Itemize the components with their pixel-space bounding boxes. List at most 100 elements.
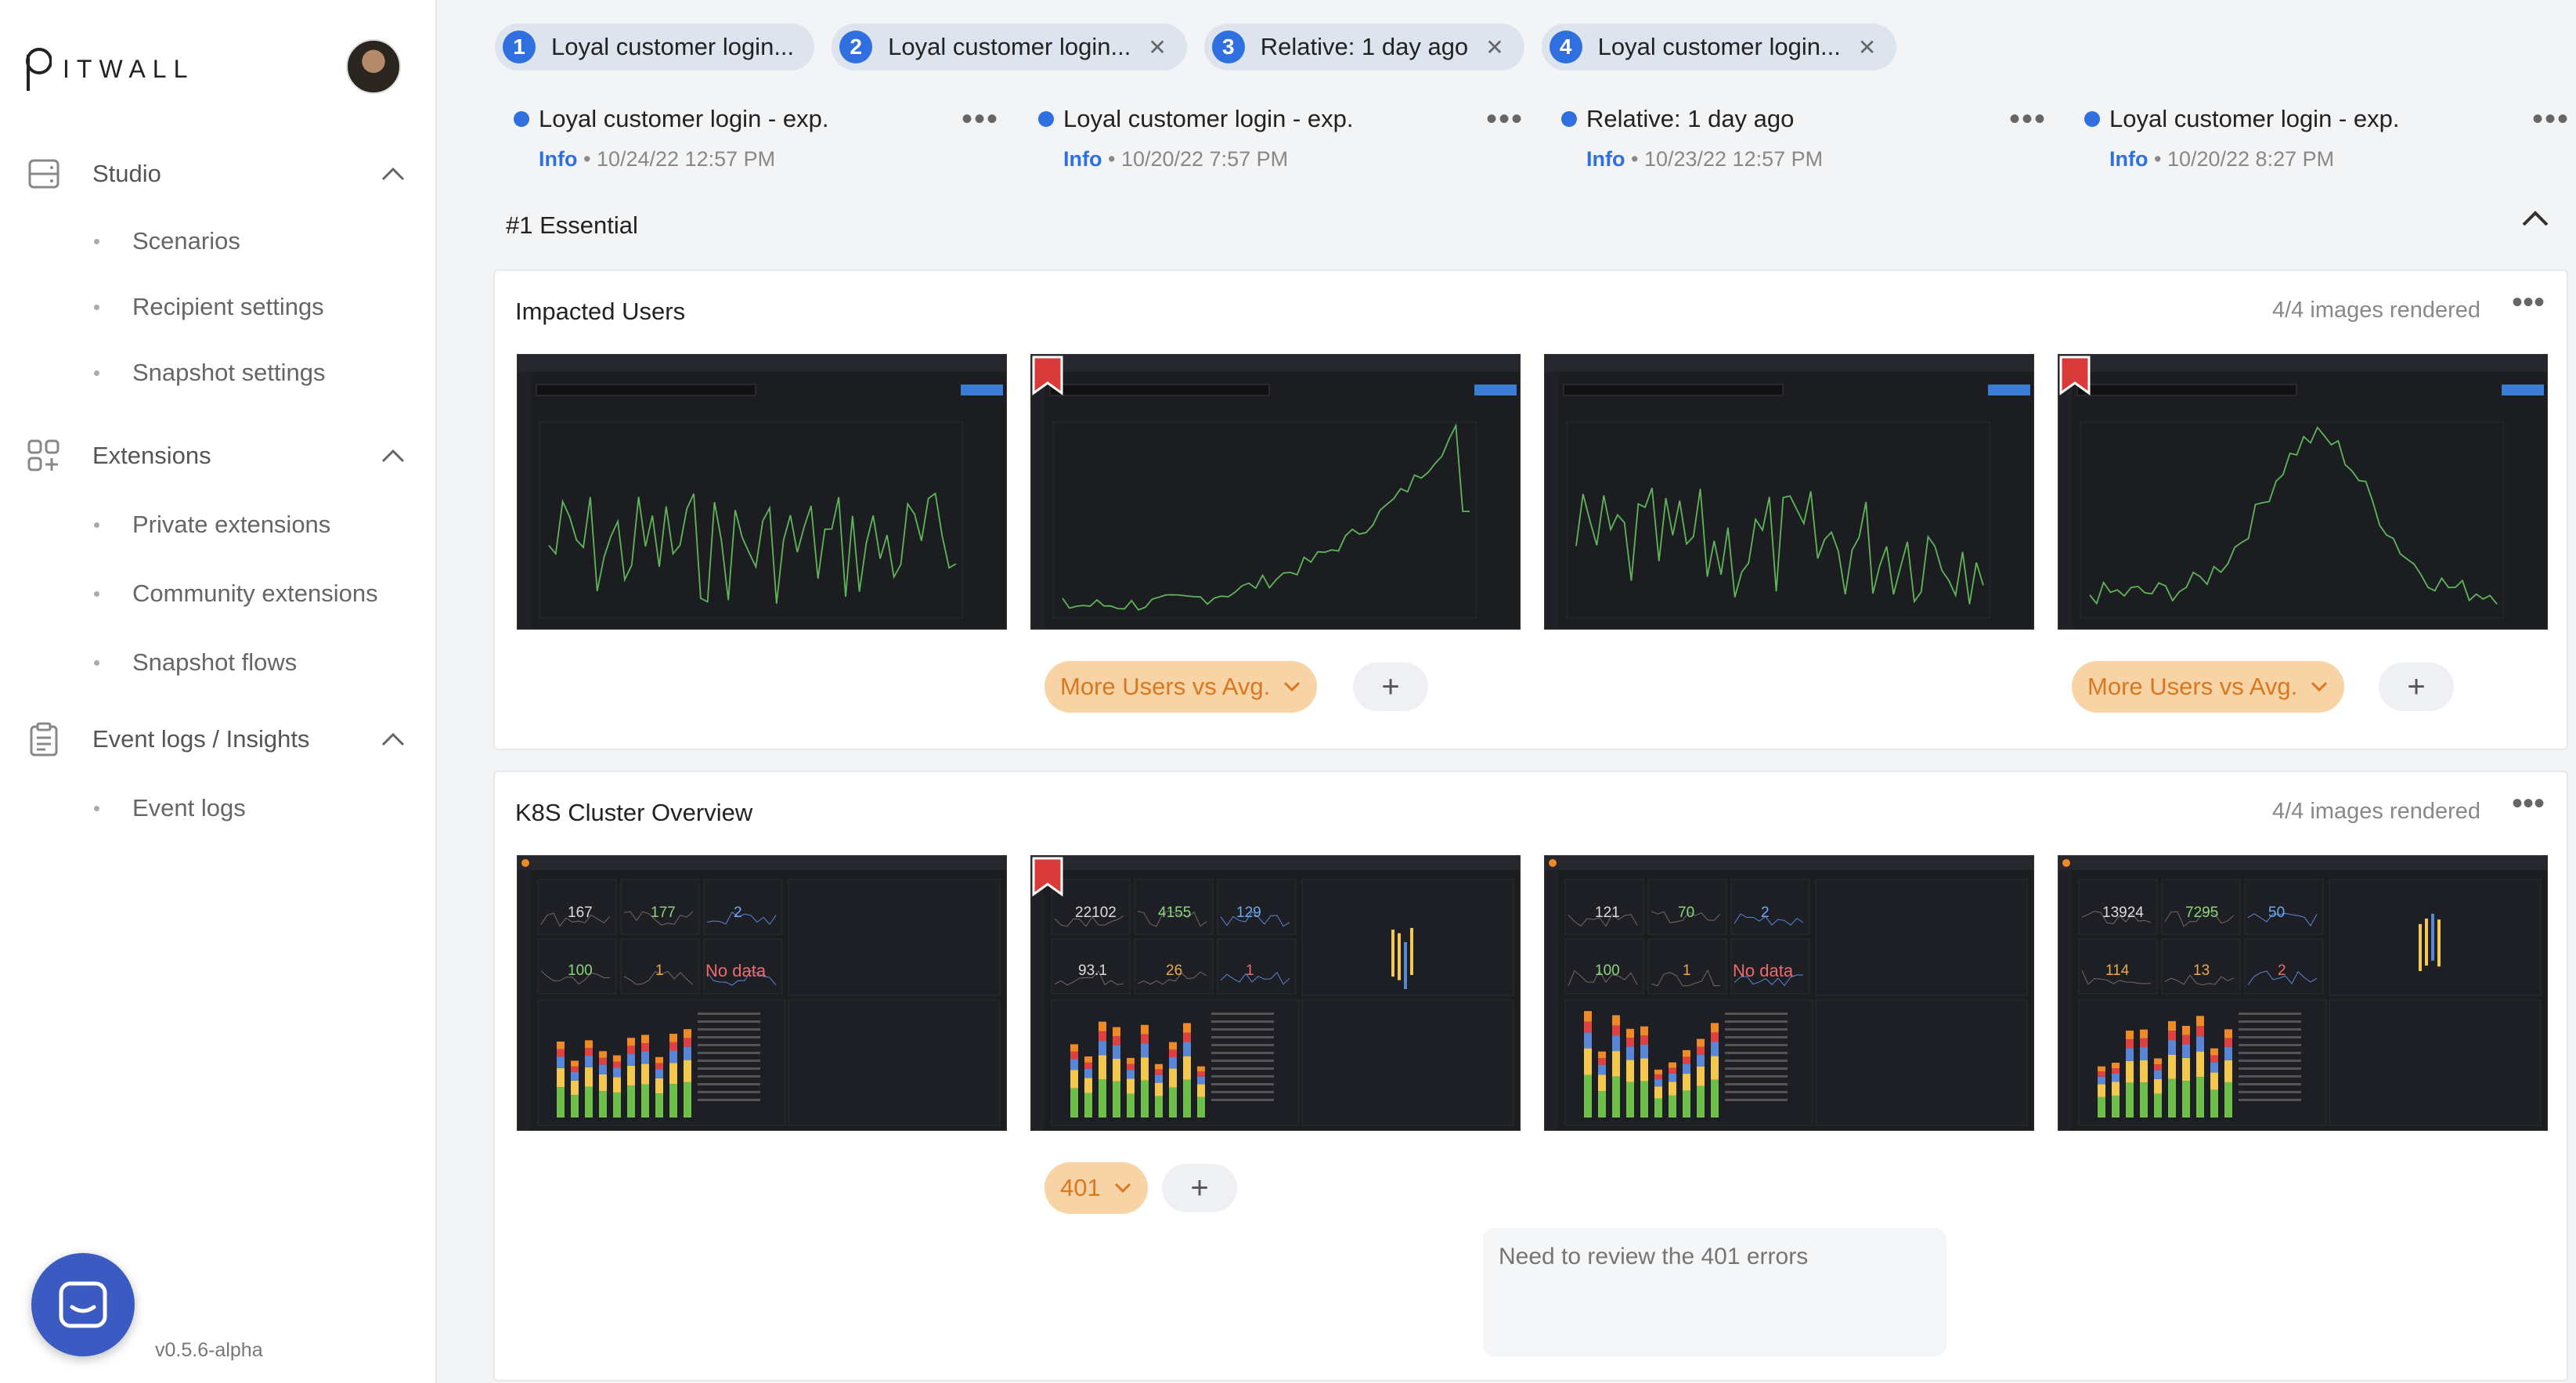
- chevron-up-icon[interactable]: [377, 724, 409, 755]
- pitwall-logo-p-icon: [26, 48, 52, 91]
- sidebar-item-label: Recipient settings: [132, 293, 324, 320]
- snapshot-level: Info: [1063, 147, 1102, 171]
- snapshot-image[interactable]: 22102 4155 129 93.1 26 1: [1030, 855, 1521, 1131]
- stat-value: 2: [1761, 905, 1770, 921]
- chevron-up-icon[interactable]: [377, 440, 409, 471]
- tab-3[interactable]: 3 Relative: 1 day ago ✕: [1203, 23, 1524, 70]
- storage-icon: [25, 155, 63, 193]
- clipboard-icon: [25, 720, 63, 758]
- close-icon[interactable]: ✕: [1148, 34, 1166, 60]
- more-options-icon[interactable]: •••: [2532, 103, 2570, 135]
- bullet-icon: [94, 304, 99, 310]
- chevron-down-icon: [1284, 681, 1301, 692]
- snapshot-image[interactable]: [1030, 354, 1521, 630]
- sidebar-section-label: Event logs / Insights: [92, 725, 310, 753]
- add-tag-button[interactable]: +: [1353, 663, 1428, 711]
- sidebar-section-studio[interactable]: Studio: [25, 155, 409, 193]
- chevron-up-icon[interactable]: [2521, 210, 2549, 231]
- tag-dropdown[interactable]: 401: [1044, 1162, 1148, 1214]
- snapshot-image[interactable]: 121 70 2 100 1 No data: [1544, 855, 2034, 1131]
- sidebar-item-snapshot-flows[interactable]: Snapshot flows: [94, 648, 297, 677]
- sidebar-section-label: Studio: [92, 160, 161, 187]
- sidebar-item-community-extensions[interactable]: Community extensions: [94, 580, 378, 608]
- snapshot-timestamp: 10/20/22 8:27 PM: [2167, 147, 2335, 171]
- bullet-icon: [94, 238, 99, 244]
- bookmark-icon[interactable]: [2058, 355, 2091, 395]
- bookmark-icon[interactable]: [1031, 856, 1064, 897]
- snapshot-image[interactable]: [517, 354, 1007, 630]
- snapshot-title: Relative: 1 day ago: [1586, 105, 1795, 132]
- stat-value: 129: [1236, 905, 1261, 921]
- chevron-down-icon: [2311, 681, 2328, 692]
- card-title: Impacted Users: [515, 298, 686, 325]
- add-tag-button[interactable]: +: [2379, 663, 2454, 711]
- more-options-icon[interactable]: •••: [961, 103, 999, 135]
- stat-value: 177: [651, 905, 676, 921]
- app-version: v0.5.6-alpha: [155, 1339, 263, 1361]
- snapshot-header: Loyal customer login - exp. ••• Info • 10…: [514, 103, 1023, 172]
- snapshot-image[interactable]: 167 177 2 100 1 No data: [517, 855, 1007, 1131]
- snapshot-level: Info: [539, 147, 578, 171]
- panel-card-impacted-users: Impacted Users 4/4 images rendered ••• M…: [493, 269, 2568, 750]
- snapshot-header: Loyal customer login - exp. ••• Info • 10…: [2084, 103, 2576, 172]
- snapshot-timestamp: 10/24/22 12:57 PM: [596, 147, 776, 171]
- snapshot-level: Info: [1586, 147, 1625, 171]
- snapshot-tabs: 1 Loyal customer login... 2 Loyal custom…: [495, 23, 1897, 70]
- render-status: 4/4 images rendered: [2272, 799, 2480, 824]
- stat-value: 70: [1678, 905, 1695, 921]
- tab-label: Relative: 1 day ago: [1260, 33, 1469, 60]
- more-options-icon[interactable]: •••: [2512, 788, 2545, 819]
- stat-value: 4155: [1158, 905, 1192, 921]
- tab-number-badge: 2: [839, 31, 873, 63]
- chevron-up-icon[interactable]: [377, 158, 409, 190]
- card-title: K8S Cluster Overview: [515, 799, 753, 826]
- stat-value: 13: [2193, 962, 2210, 979]
- status-dot-icon: [1038, 111, 1054, 127]
- sidebar-section-extensions[interactable]: Extensions: [25, 437, 409, 475]
- sidebar-item-snapshot-settings[interactable]: Snapshot settings: [94, 359, 325, 387]
- snapshot-image[interactable]: 13924 7295 50 114 13 2: [2058, 855, 2548, 1131]
- tab-2[interactable]: 2 Loyal customer login... ✕: [832, 23, 1187, 70]
- add-tag-button[interactable]: +: [1162, 1164, 1237, 1212]
- logo[interactable]: ITWALL: [25, 44, 194, 94]
- apps-add-icon: [25, 437, 63, 475]
- sidebar-item-event-logs[interactable]: Event logs: [94, 794, 246, 822]
- sidebar-item-recipient-settings[interactable]: Recipient settings: [94, 293, 324, 321]
- tag-label: More Users vs Avg.: [2087, 673, 2298, 700]
- avatar[interactable]: [346, 39, 401, 94]
- chat-launcher-button[interactable]: [31, 1253, 135, 1356]
- sidebar-section-event-logs-insights[interactable]: Event logs / Insights: [25, 720, 409, 758]
- tab-4[interactable]: 4 Loyal customer login... ✕: [1541, 23, 1897, 70]
- stat-value: 50: [2268, 905, 2286, 921]
- snapshot-title: Loyal customer login - exp.: [539, 105, 829, 132]
- snapshot-image[interactable]: [1544, 354, 2034, 630]
- bullet-icon: [94, 370, 99, 376]
- tab-number-badge: 1: [503, 31, 536, 63]
- more-options-icon[interactable]: •••: [2512, 287, 2545, 318]
- snapshot-title: Loyal customer login - exp.: [1063, 105, 1354, 132]
- tab-label: Loyal customer login...: [888, 33, 1131, 60]
- bookmark-icon[interactable]: [1031, 355, 1064, 395]
- tag-dropdown[interactable]: More Users vs Avg.: [2072, 661, 2345, 713]
- tab-1[interactable]: 1 Loyal customer login...: [495, 23, 815, 70]
- stat-value: 1: [1246, 962, 1254, 979]
- snapshot-timestamp: 10/20/22 7:57 PM: [1120, 147, 1289, 171]
- note-textarea[interactable]: [1483, 1228, 1946, 1356]
- sidebar-item-private-extensions[interactable]: Private extensions: [94, 511, 330, 539]
- bullet-icon: [94, 522, 99, 528]
- close-icon[interactable]: ✕: [1858, 34, 1876, 60]
- sidebar-item-label: Community extensions: [132, 580, 378, 607]
- snapshot-image[interactable]: [2058, 354, 2548, 630]
- stat-value: 114: [2105, 962, 2130, 979]
- tab-number-badge: 4: [1549, 31, 1582, 63]
- stat-value: 13924: [2102, 905, 2144, 921]
- snapshot-timestamp: 10/23/22 12:57 PM: [1643, 147, 1824, 171]
- sidebar-item-scenarios[interactable]: Scenarios: [94, 227, 240, 255]
- more-options-icon[interactable]: •••: [1486, 103, 1524, 135]
- more-options-icon[interactable]: •••: [2009, 103, 2047, 135]
- tag-dropdown[interactable]: More Users vs Avg.: [1044, 661, 1318, 713]
- close-icon[interactable]: ✕: [1485, 34, 1503, 60]
- stat-value: 26: [1166, 962, 1183, 979]
- sidebar-item-label: Snapshot settings: [132, 359, 326, 386]
- snapshot-title: Loyal customer login - exp.: [2109, 105, 2400, 132]
